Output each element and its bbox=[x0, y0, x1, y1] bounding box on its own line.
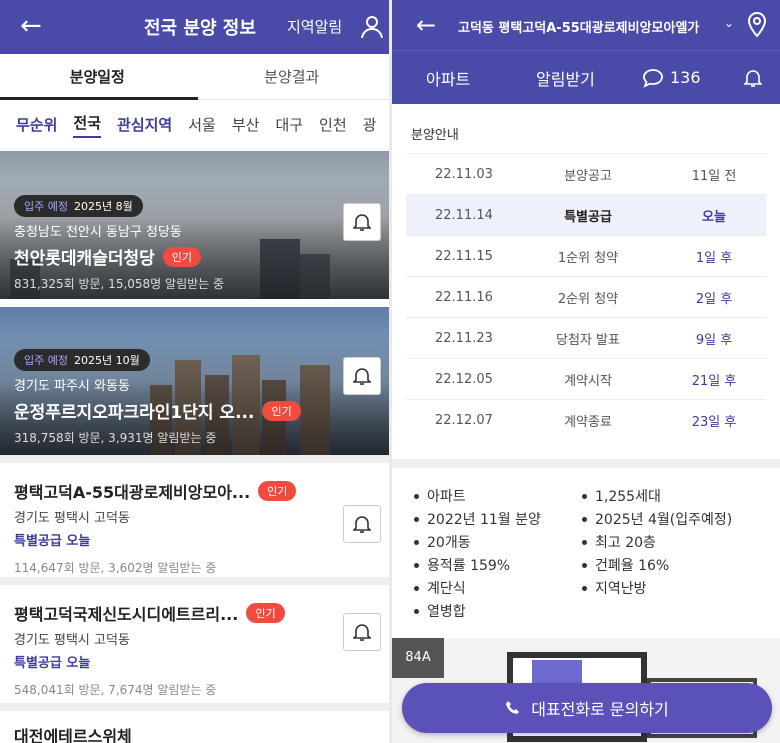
bell-icon bbox=[353, 624, 371, 641]
bell-icon bbox=[743, 70, 763, 87]
listing-name: 평택고덕A-55대광로제비앙모아... 인기 bbox=[14, 479, 375, 503]
detail-header: ← 고덕동 평택고덕A-55대광로제비앙모아엘가 ⌄ bbox=[392, 0, 780, 50]
bell-button[interactable] bbox=[743, 68, 763, 92]
tab-results[interactable]: 분양결과 bbox=[195, 54, 390, 99]
back-arrow-icon[interactable]: ← bbox=[416, 13, 436, 37]
bell-icon bbox=[353, 368, 371, 385]
bell-icon bbox=[353, 214, 371, 231]
spec-item: 용적률 159% bbox=[414, 555, 582, 575]
bell-button[interactable] bbox=[343, 357, 381, 395]
phone-icon bbox=[506, 701, 520, 714]
schedule-row: 22.12.07 계약종료 23일 후 bbox=[406, 399, 766, 440]
spec-item: 계단식 bbox=[414, 578, 582, 598]
hot-badge: 인기 bbox=[246, 603, 285, 623]
user-icon[interactable] bbox=[360, 14, 384, 40]
region-chip-seoul[interactable]: 서울 bbox=[188, 114, 216, 135]
apt-tab[interactable]: 아파트 bbox=[426, 66, 470, 90]
listing-name: 운정푸르지오파크라인1단지 오... 인기 bbox=[14, 398, 301, 423]
spec-item: 건폐율 16% bbox=[582, 555, 762, 575]
schedule-row: 22.11.14 특별공급 오늘 bbox=[406, 194, 766, 235]
listing-card[interactable]: 입주 예정 2025년 8월 충청남도 천안시 동남구 청당동 천안롯데캐슬더청당… bbox=[0, 151, 389, 299]
plan-type-tag[interactable]: 84A bbox=[392, 638, 444, 678]
call-button-label: 대표전화로 문의하기 bbox=[531, 700, 669, 719]
listing-stats: 831,325회 방문, 15,058명 알림받는 중 bbox=[14, 277, 225, 291]
region-alert-button[interactable]: 지역알림 bbox=[287, 16, 342, 37]
left-header: ← 전국 분양 정보 지역알림 bbox=[0, 0, 389, 54]
listing-card[interactable]: 입주 예정 2025년 10월 경기도 파주시 와동동 운정푸르지오파크라인1단지… bbox=[0, 307, 389, 455]
schedule-row: 22.11.16 2순위 청약 2일 후 bbox=[406, 276, 766, 317]
bell-button[interactable] bbox=[343, 203, 381, 241]
region-chip-daegu[interactable]: 대구 bbox=[275, 114, 303, 135]
spec-item: 2022년 11월 분양 bbox=[414, 509, 582, 529]
complex-title[interactable]: 고덕동 평택고덕A-55대광로제비앙모아엘가 bbox=[458, 17, 699, 36]
call-inquiry-button[interactable]: 대표전화로 문의하기 bbox=[402, 683, 772, 733]
spec-item: 아파트 bbox=[414, 486, 582, 506]
listing-name[interactable]: 대전에테르스위체 bbox=[0, 711, 389, 743]
listing-address: 경기도 파주시 와동동 bbox=[14, 379, 130, 394]
region-chip-nationwide[interactable]: 전국 bbox=[73, 112, 102, 138]
listing-info: 입주 예정 2025년 10월 경기도 파주시 와동동 운정푸르지오파크라인1단지… bbox=[14, 349, 301, 446]
listing-stats: 548,041회 방문, 7,674명 알림받는 중 bbox=[14, 683, 217, 697]
listing-card[interactable]: 평택고덕국제신도시디에트르리... 인기 경기도 평택시 고덕동 특별공급 오늘 … bbox=[0, 585, 389, 711]
listing-card[interactable]: 평택고덕A-55대광로제비앙모아... 인기 경기도 평택시 고덕동 특별공급 오… bbox=[0, 463, 389, 585]
tab-schedule[interactable]: 분양일정 bbox=[0, 54, 195, 99]
hot-badge: 인기 bbox=[262, 400, 301, 421]
listing-stats: 114,647회 방문, 3,602명 알림받는 중 bbox=[14, 561, 217, 575]
schedule-row: 22.12.05 계약시작 21일 후 bbox=[406, 358, 766, 399]
supply-status: 특별공급 오늘 bbox=[14, 656, 91, 671]
bell-button[interactable] bbox=[343, 613, 381, 651]
region-chip-favorites[interactable]: 관심지역 bbox=[117, 114, 172, 135]
map-pin-icon[interactable] bbox=[747, 12, 767, 38]
listing-name: 천안롯데캐슬더청당 인기 bbox=[14, 244, 224, 269]
left-screen: ← 전국 분양 정보 지역알림 분양일정 분양결과 무순위 전국 관심지역 서울… bbox=[0, 0, 389, 743]
schedule-tabs: 분양일정 분양결과 bbox=[0, 54, 389, 100]
spec-item: 1,255세대 bbox=[582, 486, 762, 506]
schedule-row: 22.11.15 1순위 청약 1일 후 bbox=[406, 235, 766, 276]
divider bbox=[392, 459, 780, 468]
chevron-down-icon[interactable]: ⌄ bbox=[724, 16, 734, 30]
region-chip-busan[interactable]: 부산 bbox=[232, 114, 260, 135]
chat-icon bbox=[643, 68, 663, 88]
divider bbox=[0, 455, 389, 463]
region-chip-unranked[interactable]: 무순위 bbox=[16, 114, 57, 135]
supply-status: 특별공급 오늘 bbox=[14, 534, 91, 549]
listing-address: 경기도 평택시 고덕동 bbox=[14, 633, 130, 648]
region-filter: 무순위 전국 관심지역 서울 부산 대구 인천 광 bbox=[0, 100, 389, 150]
sale-schedule: 분양안내 22.11.03 분양공고 11일 전 22.11.14 특별공급 오늘 22… bbox=[392, 104, 780, 440]
spec-item: 20개동 bbox=[414, 532, 582, 552]
spec-item: 열병합 bbox=[414, 601, 582, 621]
alarm-button[interactable]: 알림받기 bbox=[536, 66, 595, 90]
listing-address: 경기도 평택시 고덕동 bbox=[14, 511, 130, 526]
hot-badge: 인기 bbox=[162, 246, 202, 267]
comments-button[interactable]: 136 bbox=[642, 68, 701, 88]
back-arrow-icon[interactable]: ← bbox=[20, 13, 42, 39]
listing-info: 입주 예정 2025년 8월 충청남도 천안시 동남구 청당동 천안롯데캐슬더청당… bbox=[14, 195, 224, 292]
move-in-badge: 입주 예정 2025년 8월 bbox=[14, 195, 143, 217]
bell-icon bbox=[353, 516, 371, 533]
complex-specs: 아파트 1,255세대 2022년 11월 분양 2025년 4월(입주예정) … bbox=[392, 468, 780, 621]
schedule-row: 22.11.23 당첨자 발표 9일 후 bbox=[406, 317, 766, 358]
spec-item: 2025년 4월(입주예정) bbox=[582, 509, 762, 529]
hot-badge: 인기 bbox=[258, 481, 297, 501]
comment-count: 136 bbox=[670, 68, 701, 87]
schedule-row: 22.11.03 분양공고 11일 전 bbox=[406, 153, 766, 194]
spec-item: 최고 20층 bbox=[582, 532, 762, 552]
spec-item: 지역난방 bbox=[582, 578, 762, 598]
listing-address: 충청남도 천안시 동남구 청당동 bbox=[14, 225, 182, 240]
listing-name: 평택고덕국제신도시디에트르리... 인기 bbox=[14, 601, 375, 625]
active-tab-indicator bbox=[0, 97, 198, 100]
section-title: 분양안내 bbox=[411, 128, 459, 143]
region-chip-incheon[interactable]: 인천 bbox=[319, 114, 347, 135]
right-screen: ← 고덕동 평택고덕A-55대광로제비앙모아엘가 ⌄ 아파트 알림받기 136 … bbox=[392, 0, 780, 743]
region-chip-gwangju[interactable]: 광 bbox=[363, 114, 377, 135]
move-in-badge: 입주 예정 2025년 10월 bbox=[14, 349, 150, 371]
page-title: 전국 분양 정보 bbox=[144, 18, 256, 39]
bell-button[interactable] bbox=[343, 505, 381, 543]
detail-nav: 아파트 알림받기 136 bbox=[392, 50, 780, 104]
listing-stats: 318,758회 방문, 3,931명 알림받는 중 bbox=[14, 431, 217, 445]
